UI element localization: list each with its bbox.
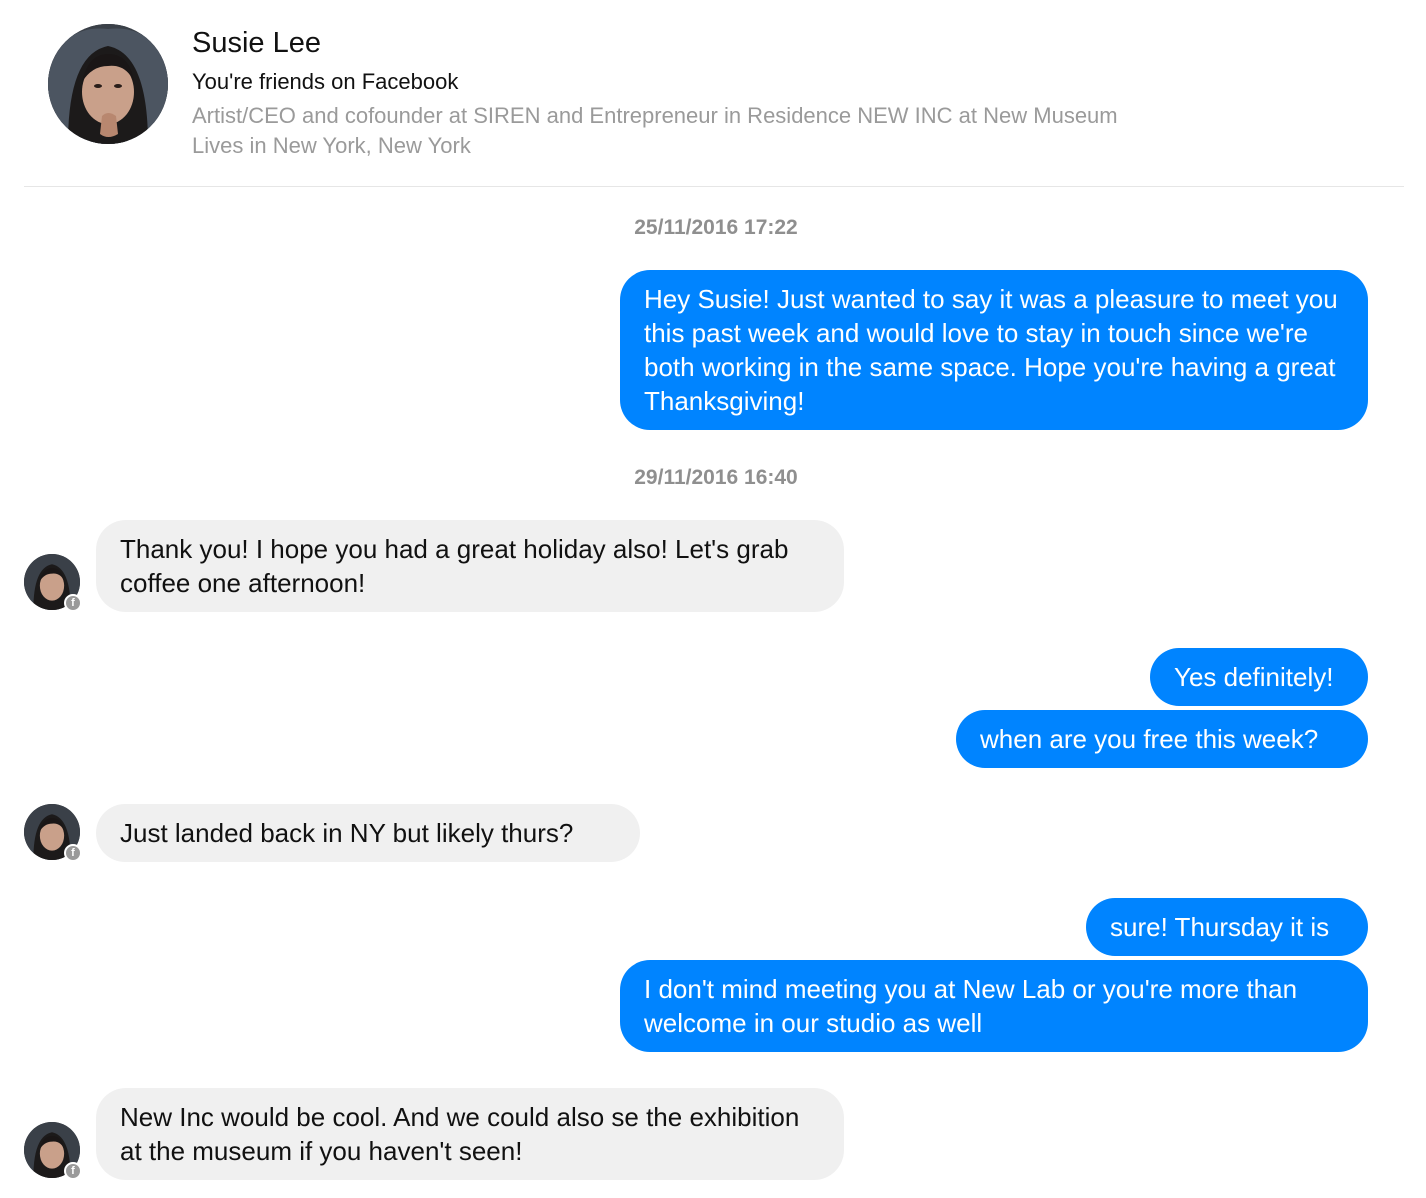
incoming-message[interactable]: Just landed back in NY but likely thurs? <box>96 804 640 862</box>
friendship-status: You're friends on Facebook <box>192 69 459 94</box>
outgoing-message[interactable]: sure! Thursday it is <box>1086 898 1368 956</box>
outgoing-message[interactable]: when are you free this week? <box>956 710 1368 768</box>
facebook-badge-icon: f <box>64 1162 82 1180</box>
facebook-badge-icon: f <box>64 844 82 862</box>
profile-name[interactable]: Susie Lee <box>192 24 321 62</box>
header-divider <box>24 186 1404 187</box>
sender-avatar[interactable]: f <box>24 554 82 612</box>
facebook-badge-icon: f <box>64 594 82 612</box>
outgoing-message[interactable]: I don't mind meeting you at New Lab or y… <box>620 960 1368 1052</box>
sender-avatar[interactable]: f <box>24 1122 82 1180</box>
timestamp: 25/11/2016 17:22 <box>634 216 798 239</box>
profile-header: Susie Lee You're friends on Facebook Art… <box>0 0 1426 187</box>
outgoing-message[interactable]: Yes definitely! <box>1150 648 1368 706</box>
messenger-conversation: Susie Lee You're friends on Facebook Art… <box>0 0 1426 1198</box>
profile-location: Lives in New York, New York <box>192 133 471 158</box>
profile-photo <box>48 24 168 144</box>
incoming-message[interactable]: Thank you! I hope you had a great holida… <box>96 520 844 612</box>
timestamp: 29/11/2016 16:40 <box>634 466 798 489</box>
sender-avatar[interactable]: f <box>24 804 82 862</box>
incoming-message[interactable]: New Inc would be cool. And we could also… <box>96 1088 844 1180</box>
profile-avatar[interactable] <box>48 24 168 144</box>
profile-work: Artist/CEO and cofounder at SIREN and En… <box>192 103 1118 128</box>
outgoing-message[interactable]: Hey Susie! Just wanted to say it was a p… <box>620 270 1368 430</box>
